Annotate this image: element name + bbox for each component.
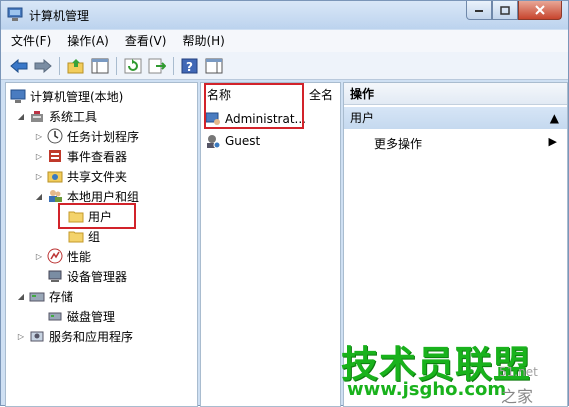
services-icon bbox=[30, 331, 44, 342]
column-header-fullname[interactable]: 全名 bbox=[309, 83, 333, 107]
performance-icon bbox=[47, 248, 63, 264]
computer-management-icon bbox=[7, 7, 23, 21]
refresh-button[interactable] bbox=[123, 56, 143, 76]
menu-view[interactable]: 查看(V) bbox=[119, 30, 173, 52]
collapsed-arrow-icon[interactable]: ▷ bbox=[34, 152, 44, 161]
tree-label-device-manager: 设备管理器 bbox=[67, 269, 128, 284]
collapsed-arrow-icon[interactable]: ▷ bbox=[34, 132, 44, 141]
watermark-url: www.jsgho.com bbox=[347, 379, 507, 400]
expanded-arrow-icon[interactable]: ◢ bbox=[34, 192, 44, 201]
disabled-user-account-icon bbox=[207, 135, 221, 149]
tree-label-root: 计算机管理(本地) bbox=[30, 89, 124, 104]
help-icon: ? bbox=[181, 58, 198, 74]
tree-label-system-tools: 系统工具 bbox=[49, 109, 98, 124]
tree-label-disk-management: 磁盘管理 bbox=[67, 309, 116, 324]
users-list-pane: 名称 全名 Administrat... Guest bbox=[200, 82, 341, 407]
tools-icon bbox=[31, 111, 43, 122]
close-icon bbox=[535, 5, 545, 15]
tree-item-system-tools[interactable]: ◢ 系统工具 bbox=[16, 106, 97, 126]
computer-management-window: 计算机管理 文件(F) 操作(A) 查看(V) 帮助(H) ? 计算机管理(本地… bbox=[0, 0, 569, 407]
toolbar-separator bbox=[173, 56, 174, 75]
tree-item-groups[interactable]: 组 bbox=[68, 226, 100, 246]
actions-section-users[interactable]: 用户 ▲ bbox=[344, 107, 567, 129]
forward-arrow-icon bbox=[34, 58, 52, 73]
clock-icon bbox=[47, 128, 63, 144]
submenu-arrow-icon[interactable]: ▶ bbox=[549, 135, 557, 148]
export-list-button[interactable] bbox=[147, 56, 167, 76]
window-title: 计算机管理 bbox=[29, 9, 90, 23]
folder-icon bbox=[68, 231, 84, 243]
collapsed-arrow-icon[interactable]: ▷ bbox=[16, 332, 26, 341]
tree-item-device-manager[interactable]: 设备管理器 bbox=[47, 266, 127, 286]
disk-icon bbox=[48, 312, 62, 321]
menu-action[interactable]: 操作(A) bbox=[61, 30, 115, 52]
refresh-icon bbox=[124, 58, 142, 73]
name-column-highlight-box bbox=[204, 83, 304, 129]
action-more-actions[interactable]: 更多操作 bbox=[374, 135, 422, 152]
tree-item-event-viewer[interactable]: ▷ 事件查看器 bbox=[34, 146, 127, 166]
shared-folder-icon bbox=[47, 171, 63, 183]
toolbar: ? bbox=[1, 52, 568, 80]
tree-item-storage[interactable]: ◢ 存储 bbox=[16, 286, 73, 306]
up-folder-icon bbox=[67, 58, 84, 73]
event-viewer-icon bbox=[49, 150, 61, 162]
watermark-fragment: 51.net bbox=[499, 365, 538, 379]
back-arrow-icon bbox=[10, 58, 28, 73]
console-tree-icon bbox=[91, 58, 109, 73]
expanded-arrow-icon[interactable]: ◢ bbox=[16, 112, 26, 121]
close-button[interactable] bbox=[518, 1, 562, 20]
toolbar-separator bbox=[116, 56, 117, 75]
title-bar[interactable]: 计算机管理 bbox=[1, 1, 568, 29]
device-manager-icon bbox=[48, 270, 62, 282]
tree-item-performance[interactable]: ▷ 性能 bbox=[34, 246, 91, 266]
storage-icon bbox=[29, 292, 45, 302]
actions-header: 操作 bbox=[344, 83, 567, 105]
watermark-fragment-2: 之家 bbox=[501, 387, 534, 406]
menu-help[interactable]: 帮助(H) bbox=[176, 30, 230, 52]
svg-text:?: ? bbox=[186, 60, 193, 74]
tree-label-task-scheduler: 任务计划程序 bbox=[67, 129, 140, 144]
users-group-icon bbox=[49, 190, 62, 202]
collapsed-arrow-icon[interactable]: ▷ bbox=[34, 252, 44, 261]
actions-section-label: 用户 bbox=[350, 111, 375, 125]
toolbar-separator bbox=[59, 56, 60, 75]
tree-item-task-scheduler[interactable]: ▷ 任务计划程序 bbox=[34, 126, 139, 146]
show-hide-action-pane-button[interactable] bbox=[204, 56, 224, 76]
collapsed-arrow-icon[interactable]: ▷ bbox=[34, 172, 44, 181]
menu-bar: 文件(F) 操作(A) 查看(V) 帮助(H) bbox=[1, 30, 568, 52]
tree-label-local-users-groups: 本地用户和组 bbox=[67, 189, 140, 204]
forward-button[interactable] bbox=[33, 56, 53, 76]
up-level-button[interactable] bbox=[66, 56, 86, 76]
tree-item-root[interactable]: 计算机管理(本地) bbox=[10, 86, 123, 106]
minimize-button[interactable] bbox=[466, 1, 492, 20]
list-label-guest: Guest bbox=[225, 134, 261, 148]
action-pane-icon bbox=[205, 58, 223, 73]
console-tree-pane: 计算机管理(本地) ◢ 系统工具 ▷ 任务计划程序 ▷ 事件查看器 ▷ 共享文件… bbox=[5, 82, 198, 407]
tree-label-shared-folders: 共享文件夹 bbox=[67, 169, 128, 184]
minimize-icon bbox=[475, 10, 483, 12]
menu-file[interactable]: 文件(F) bbox=[5, 30, 57, 52]
window-controls bbox=[466, 1, 562, 20]
back-button[interactable] bbox=[9, 56, 29, 76]
tree-item-services-apps[interactable]: ▷ 服务和应用程序 bbox=[16, 326, 133, 346]
tree-item-disk-management[interactable]: 磁盘管理 bbox=[47, 306, 115, 326]
computer-management-icon bbox=[10, 89, 26, 103]
tree-label-groups: 组 bbox=[88, 229, 101, 244]
tree-item-shared-folders[interactable]: ▷ 共享文件夹 bbox=[34, 166, 127, 186]
tree-label-services-apps: 服务和应用程序 bbox=[49, 329, 134, 344]
collapse-up-icon[interactable]: ▲ bbox=[550, 107, 559, 129]
export-list-icon bbox=[148, 58, 166, 73]
show-hide-tree-button[interactable] bbox=[90, 56, 110, 76]
tree-label-performance: 性能 bbox=[67, 249, 92, 264]
tree-label-storage: 存储 bbox=[49, 289, 74, 304]
maximize-button[interactable] bbox=[492, 1, 518, 20]
expanded-arrow-icon[interactable]: ◢ bbox=[16, 292, 26, 301]
help-button[interactable]: ? bbox=[180, 56, 200, 76]
list-row-guest[interactable]: Guest bbox=[205, 131, 260, 151]
tree-label-event-viewer: 事件查看器 bbox=[67, 149, 128, 164]
maximize-icon bbox=[500, 5, 510, 15]
